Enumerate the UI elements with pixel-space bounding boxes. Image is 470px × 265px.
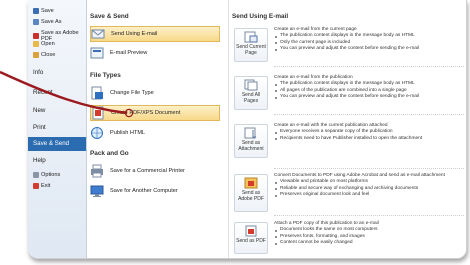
sidebar-item-print[interactable]: Print	[28, 124, 86, 131]
pdf-xps-icon	[91, 106, 105, 120]
email-preview-icon	[90, 46, 104, 60]
sidebar-item-info[interactable]: Info	[28, 69, 86, 76]
sidebar-item-close[interactable]: Close	[28, 52, 86, 58]
save-as-icon	[33, 19, 39, 25]
sidebar-item-exit[interactable]: Exit	[28, 183, 86, 189]
save-another-computer-option[interactable]: Save for Another Computer	[90, 183, 220, 199]
create-pdf-xps-option[interactable]: Create PDF/XPS Document	[90, 105, 220, 121]
send-all-pages-button[interactable]: Send All Pages	[234, 76, 268, 110]
pack-go-heading: Pack and Go	[90, 150, 129, 157]
send-as-adobe-pdf-button[interactable]: Send as Adobe PDF	[234, 174, 268, 212]
divider	[274, 66, 464, 67]
save-commercial-printer-option[interactable]: Save for a Commercial Printer	[90, 163, 220, 179]
folder-icon	[33, 41, 39, 47]
sidebar-item-new[interactable]: New	[28, 107, 86, 114]
globe-icon	[90, 126, 104, 140]
send-email-heading: Send Using E-mail	[232, 13, 289, 20]
sidebar-item-save[interactable]: Save	[28, 8, 86, 14]
send-current-page-button[interactable]: Send Current Page	[234, 28, 268, 62]
change-file-type-icon	[90, 86, 104, 100]
send-current-page-description: Create an e-mail from the current page T…	[274, 27, 466, 53]
send-email-detail-pane: Send Using E-mail Send Current Page Crea…	[230, 0, 466, 258]
printer-icon	[90, 164, 104, 178]
email-icon	[91, 27, 105, 41]
send-as-pdf-button[interactable]: Send as PDF	[234, 222, 268, 254]
send-all-pages-icon	[244, 79, 258, 91]
exit-icon	[33, 183, 39, 189]
email-preview-option[interactable]: E-mail Preview	[90, 45, 220, 61]
change-file-type-option[interactable]: Change File Type	[90, 85, 220, 101]
computer-icon	[90, 184, 104, 198]
send-as-pdf-description: Attach a PDF copy of this publication to…	[274, 221, 466, 247]
backstage-sidebar: Save Save As Save as Adobe PDF Open Clos…	[28, 0, 87, 258]
backstage-window: Save Save As Save as Adobe PDF Open Clos…	[28, 0, 467, 259]
divider	[274, 114, 464, 115]
pdf-icon	[33, 33, 39, 39]
sidebar-item-recent[interactable]: Recent	[28, 89, 86, 96]
send-as-attachment-button[interactable]: Send as Attachment	[234, 124, 268, 158]
sidebar-item-help[interactable]: Help	[28, 157, 86, 164]
file-types-heading: File Types	[90, 72, 121, 79]
save-send-options-column: Save & Send Send Using E-mail E-mail Pre…	[88, 0, 229, 258]
options-icon	[33, 172, 39, 178]
send-as-attachment-description: Create an e-mail with the current public…	[274, 123, 466, 142]
send-using-email-option[interactable]: Send Using E-mail	[90, 26, 220, 42]
adobe-pdf-icon	[244, 177, 258, 189]
attachment-icon	[244, 127, 256, 139]
divider	[274, 215, 464, 216]
sidebar-item-options[interactable]: Options	[28, 172, 86, 178]
send-all-pages-description: Create an e-mail from the publication Th…	[274, 75, 466, 101]
save-icon	[33, 8, 39, 14]
send-as-adobe-pdf-description: Convert Documents to PDF using Adobe Acr…	[274, 173, 466, 199]
save-send-heading: Save & Send	[90, 13, 129, 20]
send-current-page-icon	[244, 31, 258, 43]
sidebar-item-open[interactable]: Open	[28, 41, 86, 47]
publish-html-option[interactable]: Publish HTML	[90, 125, 220, 141]
sidebar-item-save-send[interactable]: Save & Send	[28, 137, 86, 151]
divider	[274, 168, 464, 169]
pdf-attachment-icon	[245, 225, 257, 237]
close-folder-icon	[33, 52, 39, 58]
sidebar-item-save-as[interactable]: Save As	[28, 19, 86, 25]
